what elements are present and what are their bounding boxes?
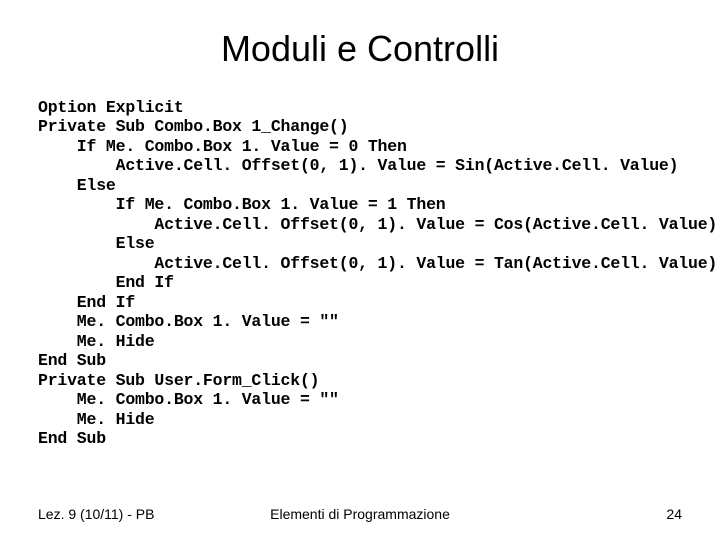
footer-center: Elementi di Programmazione [38, 506, 682, 522]
code-block: Option Explicit Private Sub Combo.Box 1_… [38, 98, 682, 448]
footer-right: 24 [666, 506, 682, 522]
slide: Moduli e Controlli Option Explicit Priva… [0, 0, 720, 540]
footer: Lez. 9 (10/11) - PB Elementi di Programm… [38, 506, 682, 522]
slide-title: Moduli e Controlli [38, 28, 682, 70]
